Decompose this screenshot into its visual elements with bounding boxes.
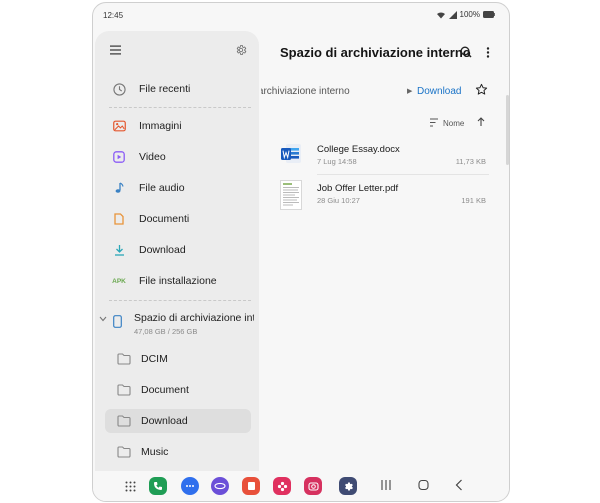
file-row[interactable]: College Essay.docx 7 Lug 14:58 11,73 KB xyxy=(280,141,490,175)
folder-label: Document xyxy=(141,384,189,396)
sort-direction-arrow-icon[interactable] xyxy=(477,117,485,127)
app-drawer-icon[interactable] xyxy=(121,477,139,495)
status-bar: 12:45 100% xyxy=(93,3,509,25)
sort-control[interactable]: Nome xyxy=(429,118,469,130)
phone-app-icon[interactable] xyxy=(149,477,167,495)
page-title: Spazio di archiviazione interno xyxy=(280,45,471,60)
clock-icon xyxy=(111,81,127,97)
folder-icon xyxy=(117,446,131,458)
edge-panel-handle[interactable] xyxy=(506,95,509,165)
sidebar-item-recent-files[interactable]: File recenti xyxy=(105,76,251,102)
battery-icon xyxy=(483,11,495,18)
word-document-icon xyxy=(280,142,302,168)
star-favorite-icon[interactable] xyxy=(475,83,488,96)
sidebar-item-images[interactable]: Immagini xyxy=(105,113,251,139)
sidebar-divider xyxy=(109,300,251,301)
storage-usage: 47,08 GB / 256 GB xyxy=(134,327,198,336)
sidebar-divider xyxy=(109,107,251,108)
folder-label: Download xyxy=(141,415,188,427)
breadcrumb-current[interactable]: Download xyxy=(417,86,461,97)
home-nav-icon[interactable] xyxy=(418,479,429,491)
back-nav-icon[interactable] xyxy=(455,479,463,491)
phone-storage-icon xyxy=(113,315,122,328)
folder-label: Music xyxy=(141,446,169,458)
pdf-thumbnail xyxy=(280,180,302,210)
sidebar: File recenti Immagini Video File audio D… xyxy=(95,31,259,471)
folder-icon xyxy=(117,353,131,365)
image-icon xyxy=(111,118,127,134)
sidebar-item-label: Documenti xyxy=(139,213,190,225)
search-icon[interactable] xyxy=(460,46,472,58)
battery-level: 100% xyxy=(459,10,480,19)
sidebar-item-download[interactable]: Download xyxy=(105,237,251,263)
sidebar-item-video[interactable]: Video xyxy=(105,144,251,170)
breadcrumb-separator-icon: ▶ xyxy=(407,88,413,95)
wifi-icon xyxy=(436,11,445,18)
folder-item-music[interactable]: Music xyxy=(105,440,251,464)
breadcrumb-parent[interactable]: Spazio di archiviazione interno xyxy=(261,86,350,97)
taskbar-dock xyxy=(93,471,509,501)
sort-label: Nome xyxy=(443,119,465,128)
sidebar-item-label: File recenti xyxy=(139,83,191,95)
download-icon xyxy=(111,242,127,258)
folder-item-download[interactable]: Download xyxy=(105,409,251,433)
sidebar-item-label: Immagini xyxy=(139,120,182,132)
file-row[interactable]: Job Offer Letter.pdf 28 Giu 10:27 191 KB xyxy=(280,180,490,214)
apk-icon: APK xyxy=(112,277,126,285)
recents-nav-icon[interactable] xyxy=(381,479,391,491)
video-icon xyxy=(111,149,127,165)
sort-icon xyxy=(430,118,438,127)
sidebar-item-label: Download xyxy=(139,244,186,256)
device-frame: 12:45 100% File recenti Immagini Video F… xyxy=(92,2,510,502)
status-icons: 100% xyxy=(436,10,495,19)
folder-icon xyxy=(117,415,131,427)
sidebar-item-documents[interactable]: Documenti xyxy=(105,206,251,232)
status-time: 12:45 xyxy=(103,11,124,20)
folder-label: DCIM xyxy=(141,353,168,365)
file-size: 191 KB xyxy=(461,196,486,205)
file-name: Job Offer Letter.pdf xyxy=(317,183,399,194)
notes-app-icon[interactable] xyxy=(242,477,260,495)
signal-icon xyxy=(448,10,457,19)
sidebar-header xyxy=(95,31,259,71)
file-date: 7 Lug 14:58 xyxy=(317,157,357,166)
folder-icon xyxy=(117,384,131,396)
sidebar-item-label: File audio xyxy=(139,182,185,194)
main-panel: Spazio di archiviazione interno Spazio d… xyxy=(261,25,509,471)
sidebar-item-installation-files[interactable]: APK File installazione xyxy=(105,268,251,294)
settings-app-icon[interactable] xyxy=(339,477,357,495)
folder-item-document[interactable]: Document xyxy=(105,378,251,402)
sidebar-item-label: Video xyxy=(139,151,166,163)
more-options-icon[interactable] xyxy=(486,47,490,58)
file-name: College Essay.docx xyxy=(317,144,400,155)
sidebar-item-audio[interactable]: File audio xyxy=(105,175,251,201)
camera-app-icon[interactable] xyxy=(304,477,322,495)
sidebar-item-internal-storage[interactable]: Spazio di archiviazione interno 47,08 GB… xyxy=(99,307,255,341)
hamburger-menu-icon[interactable] xyxy=(110,45,121,55)
sidebar-item-label: File installazione xyxy=(139,275,217,287)
chevron-down-icon[interactable] xyxy=(99,316,107,322)
storage-name: Spazio di archiviazione interno xyxy=(134,312,254,324)
file-divider xyxy=(317,174,489,175)
file-size: 11,73 KB xyxy=(455,157,486,166)
breadcrumb: Spazio di archiviazione interno ▶ Downlo… xyxy=(261,84,469,100)
gallery-app-icon[interactable] xyxy=(273,477,291,495)
folder-item-dcim[interactable]: DCIM xyxy=(105,347,251,371)
file-date: 28 Giu 10:27 xyxy=(317,196,360,205)
music-note-icon xyxy=(111,180,127,196)
gear-icon[interactable] xyxy=(235,44,247,56)
document-icon xyxy=(111,211,127,227)
internet-app-icon[interactable] xyxy=(211,477,229,495)
messages-app-icon[interactable] xyxy=(181,477,199,495)
